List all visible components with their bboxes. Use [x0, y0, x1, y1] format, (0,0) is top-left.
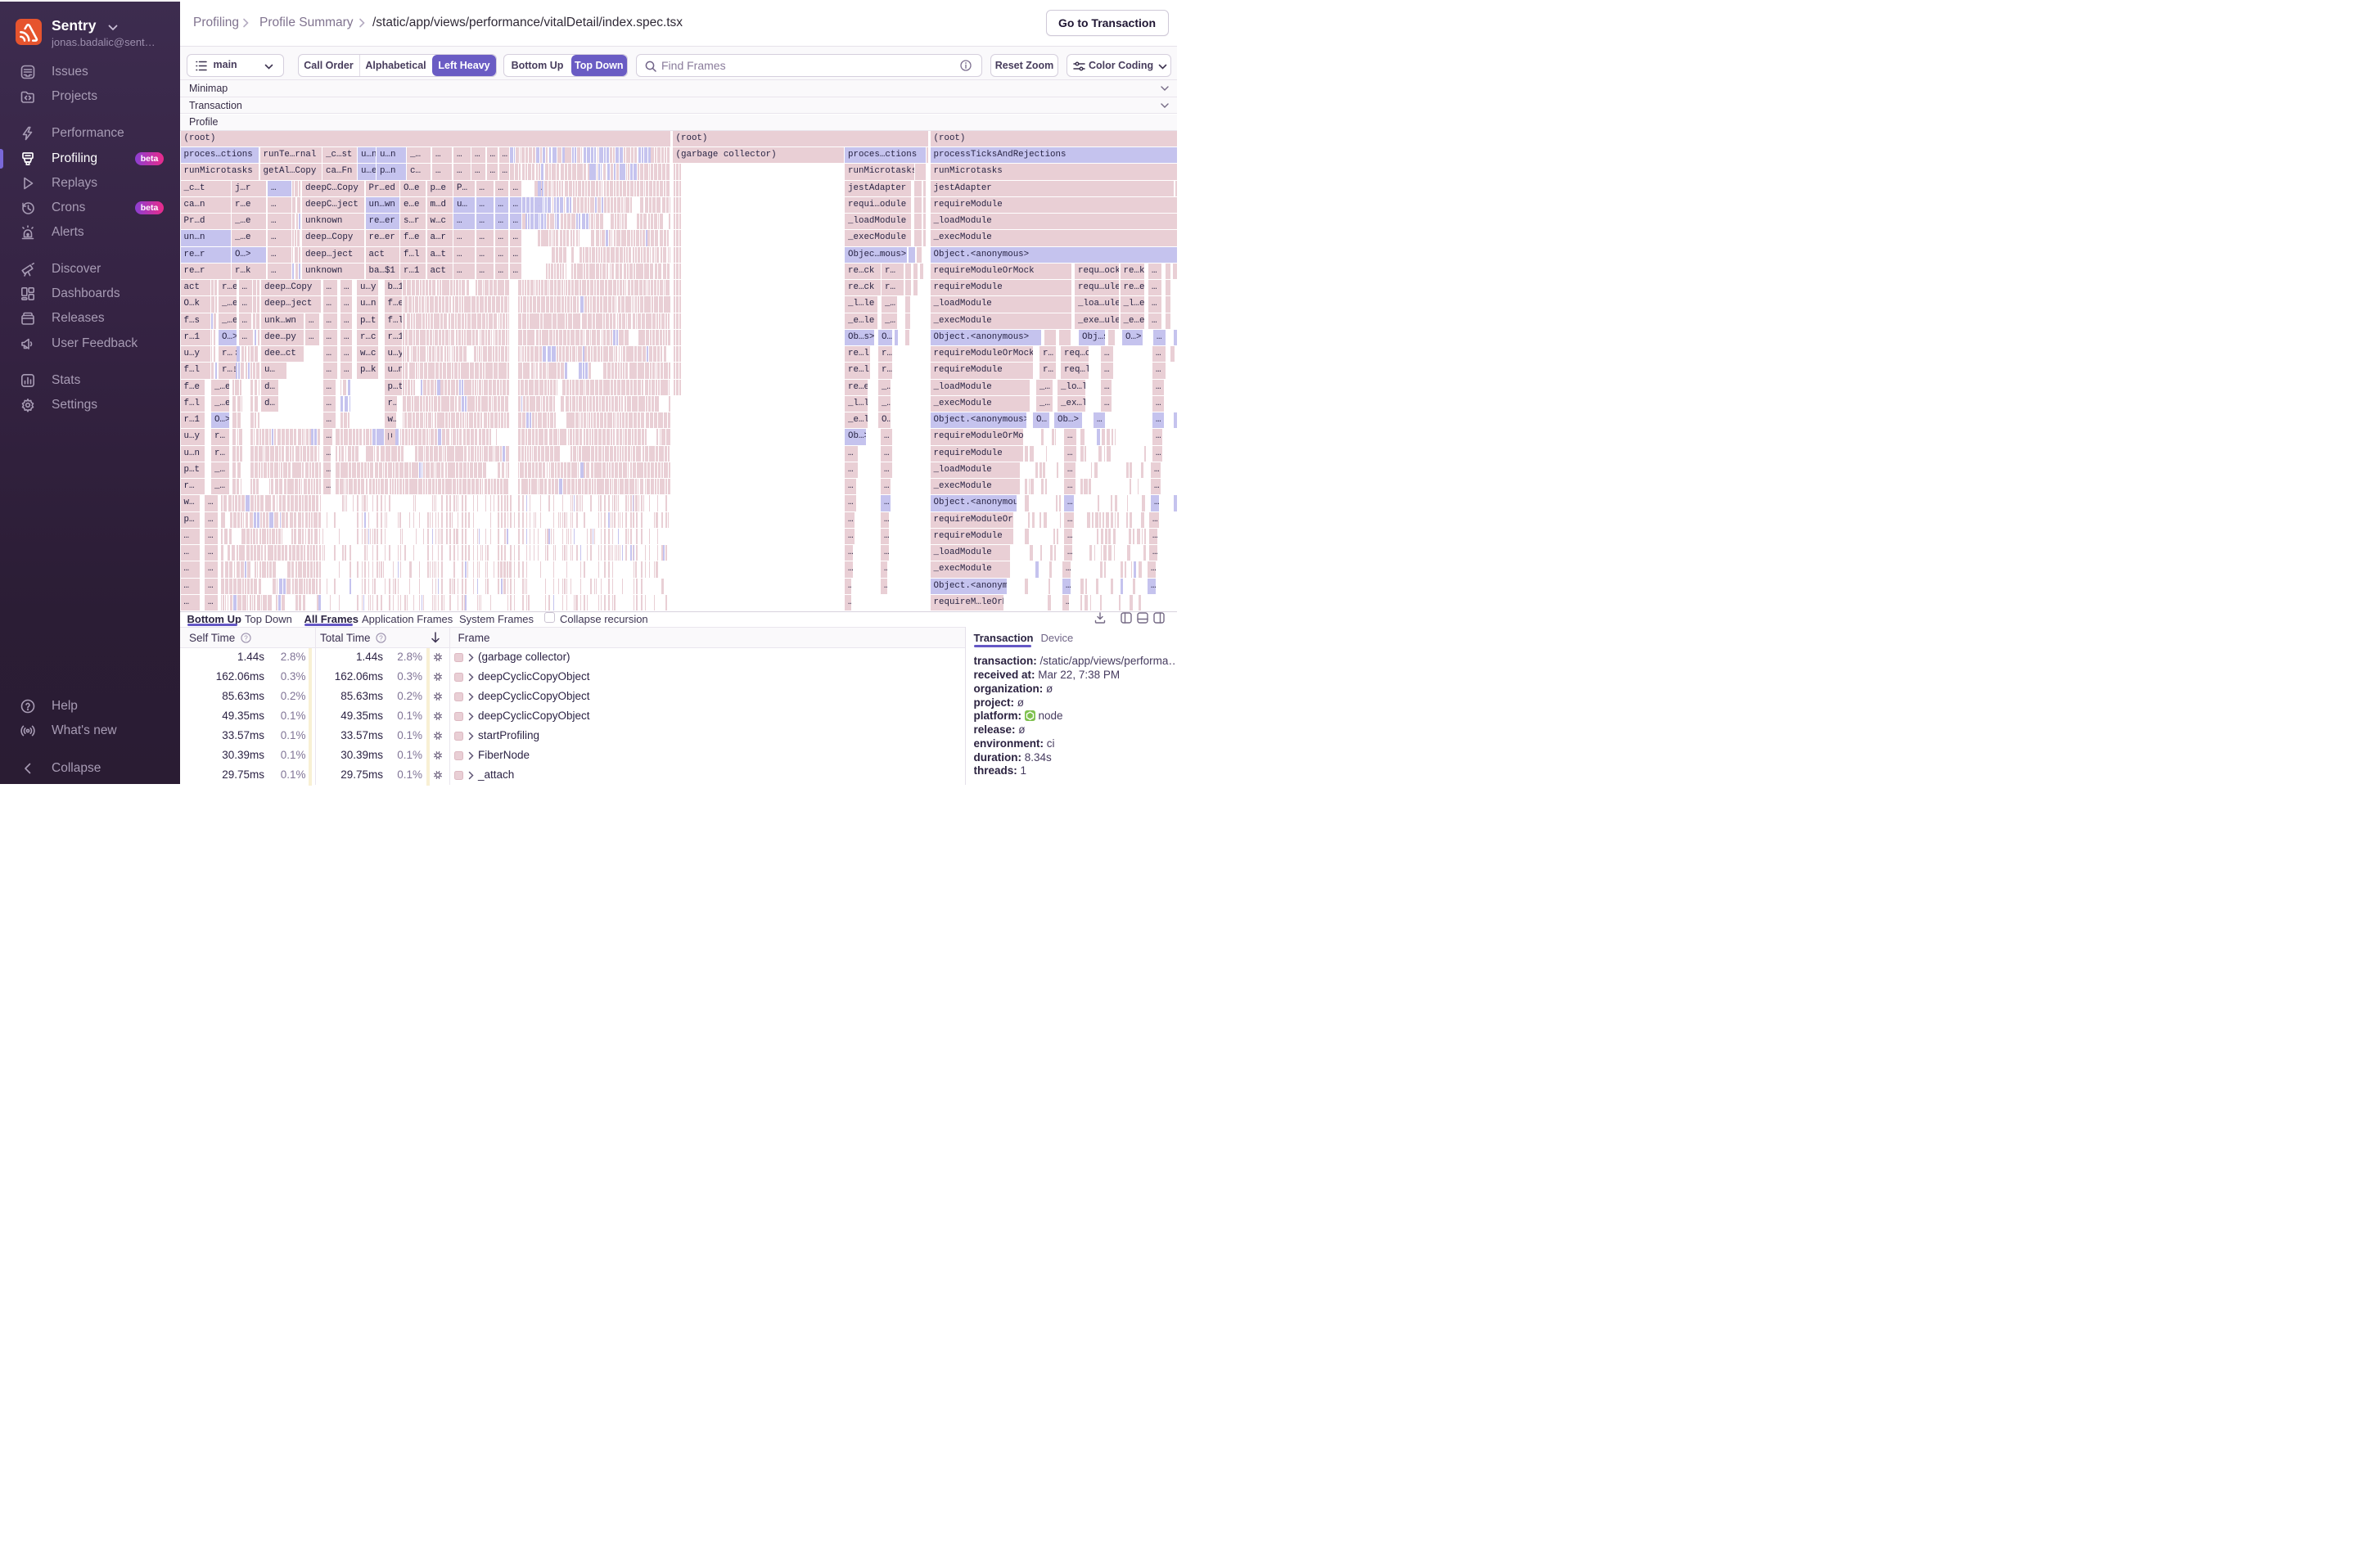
- svg-text:?: ?: [379, 633, 383, 642]
- svg-text:?: ?: [244, 633, 248, 642]
